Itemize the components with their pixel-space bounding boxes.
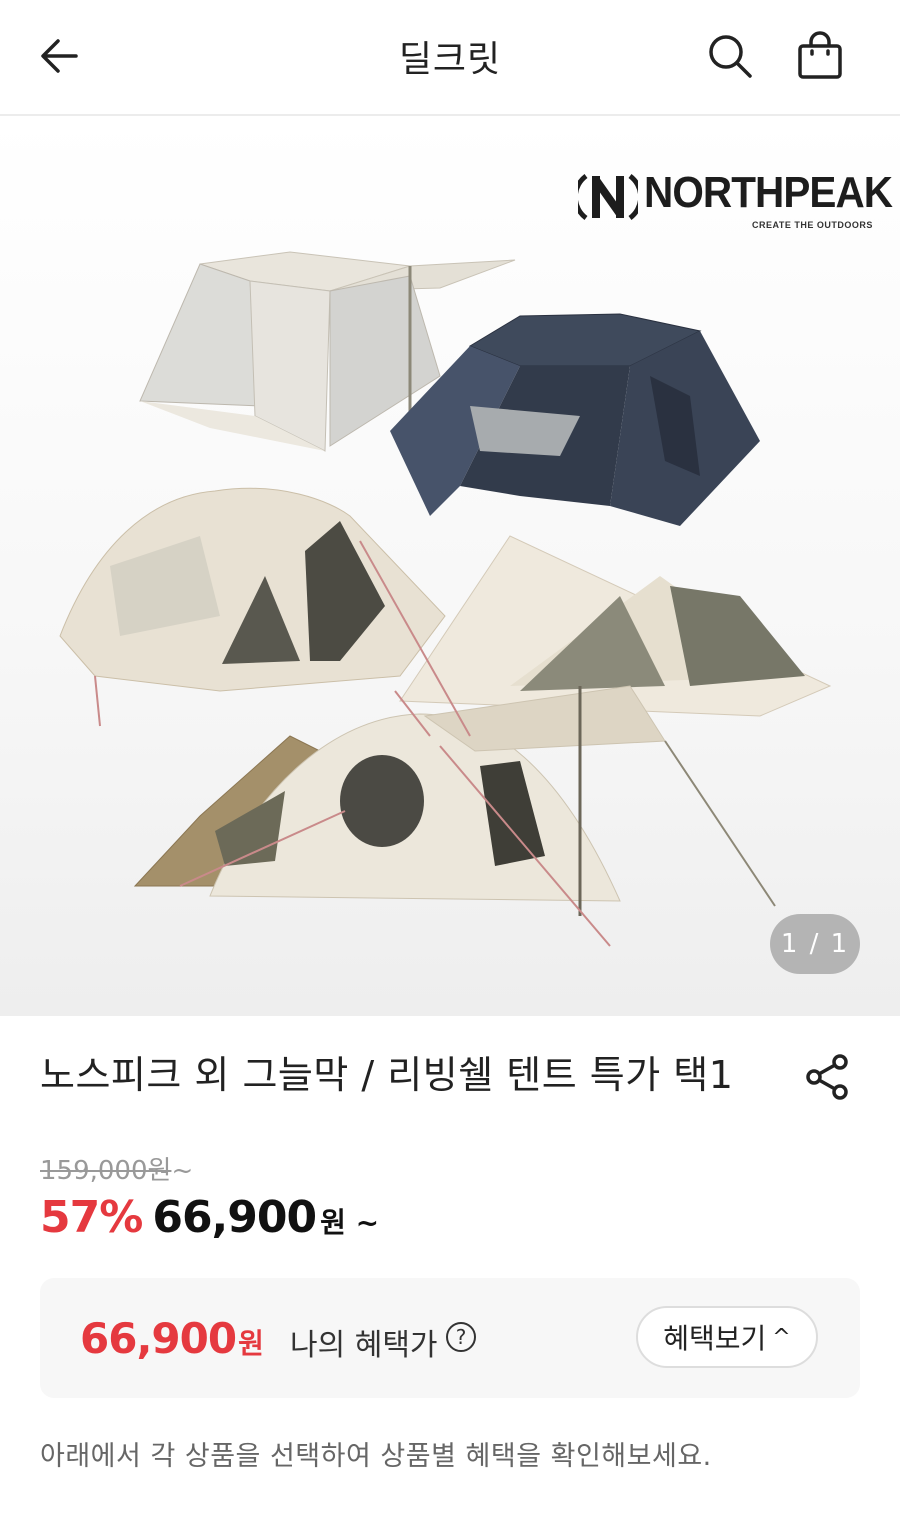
share-button[interactable] xyxy=(802,1050,856,1104)
view-benefits-button[interactable]: 혜택보기 ^ xyxy=(636,1306,818,1368)
benefit-price: 66,900원 xyxy=(80,1314,264,1363)
search-icon xyxy=(709,35,752,78)
chevron-up-icon: ^ xyxy=(772,1324,791,1350)
tent-beige-tunnel xyxy=(133,685,776,916)
view-benefits-label: 혜택보기 xyxy=(663,1322,767,1355)
search-button[interactable] xyxy=(702,28,758,84)
tent-navy-dome xyxy=(390,313,760,526)
original-price-suffix: ~ xyxy=(171,1156,194,1186)
product-image[interactable]: NORTHPEAK CREATE THE OUTDOORS 1 / 1 xyxy=(0,116,900,1016)
discount-percent: 57% xyxy=(40,1192,143,1243)
help-icon[interactable]: ? xyxy=(446,1322,476,1352)
benefit-label: 나의 혜택가 xyxy=(290,1328,438,1363)
shopping-bag-icon xyxy=(798,31,842,79)
benefit-price-box: 66,900원 나의 혜택가 ? 혜택보기 ^ xyxy=(40,1278,860,1398)
sale-price-row: 57% 66,900 원 ~ xyxy=(40,1192,379,1248)
sale-price-currency: 원 ~ xyxy=(320,1206,380,1239)
benefit-price-value: 66,900 xyxy=(80,1314,237,1363)
original-price-value: 159,000원 xyxy=(40,1156,172,1186)
tent-collage-illustration xyxy=(59,251,832,947)
sale-price: 66,900 xyxy=(152,1192,317,1243)
page-title: 딜크릿 xyxy=(398,39,502,80)
top-bar: 딜크릿 xyxy=(0,0,900,116)
benefit-price-currency: 원 xyxy=(238,1327,264,1360)
share-icon xyxy=(806,1054,848,1100)
product-title: 노스피크 외 그늘막 / 리빙쉘 텐트 특가 택1 xyxy=(40,1053,734,1097)
cart-button[interactable] xyxy=(792,28,848,84)
original-price: 159,000원~ xyxy=(40,1150,193,1187)
image-counter: 1 / 1 xyxy=(770,914,860,974)
benefit-note: 아래에서 각 상품을 선택하여 상품별 혜택을 확인해보세요. xyxy=(40,1441,712,1472)
